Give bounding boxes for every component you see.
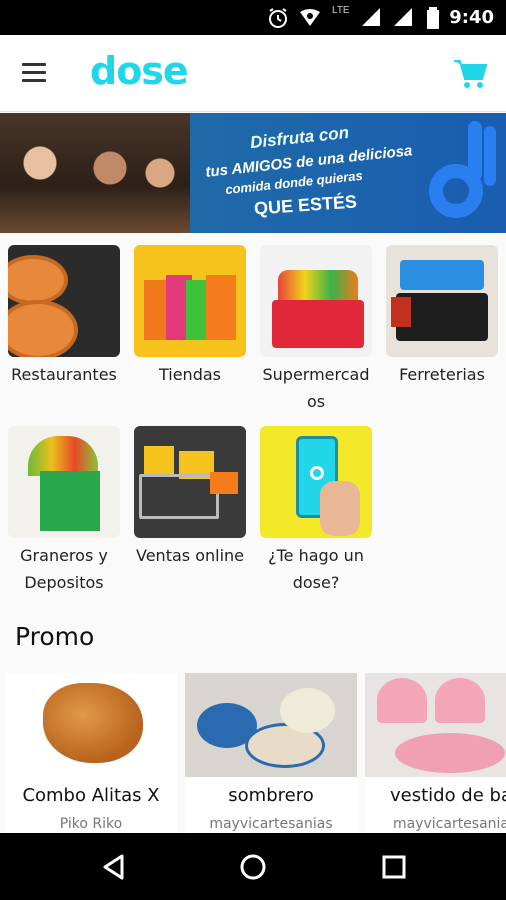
app-bar: dose — [0, 35, 506, 112]
category-label: Supermercad os — [262, 365, 370, 411]
category-te-hago-un-dose[interactable]: ¿Te hago un dose? — [257, 426, 375, 596]
category-ventas-online[interactable]: Ventas online — [131, 426, 249, 569]
promo-card[interactable]: Combo Alitas X Piko Riko — [5, 673, 177, 833]
promo-banner[interactable]: Disfruta con tus AMIGOS de una deliciosa… — [0, 113, 506, 233]
promo-carousel[interactable]: Combo Alitas X Piko Riko sombrero mayvic… — [0, 673, 506, 833]
category-ferreterias[interactable]: Ferreterias — [383, 245, 501, 388]
clock: 9:40 — [449, 7, 494, 28]
category-label: ¿Te hago un dose? — [268, 546, 364, 592]
laptop-cart-image — [134, 426, 246, 538]
ok-hand-icon — [429, 121, 496, 218]
banner-photo — [0, 113, 190, 233]
category-tiendas[interactable]: Tiendas — [131, 245, 249, 388]
back-icon[interactable] — [100, 853, 128, 881]
category-label: Restaurantes — [11, 365, 117, 384]
promo-store: mayvicartesania — [392, 816, 506, 832]
app-logo: dose — [90, 49, 189, 93]
banner-text-1: Disfruta con — [249, 122, 350, 153]
promo-name: sombrero — [228, 785, 314, 806]
category-label: Graneros y Depositos — [20, 546, 108, 592]
pizza-image — [8, 245, 120, 357]
home-icon[interactable] — [239, 853, 267, 881]
toolbox-image — [386, 245, 498, 357]
promo-card[interactable]: vestido de ba mayvicartesania — [365, 673, 506, 833]
recents-icon[interactable] — [380, 853, 408, 881]
promo-name: Combo Alitas X — [22, 785, 160, 806]
category-label: Ventas online — [136, 546, 244, 565]
promo-name: vestido de ba — [389, 785, 506, 806]
category-label: Ferreterias — [399, 365, 485, 384]
grocery-basket-image — [260, 245, 372, 357]
category-supermercados[interactable]: Supermercad os — [257, 245, 375, 415]
data-saver-icon — [300, 9, 320, 26]
grocery-bag-image — [8, 426, 120, 538]
signal-icon — [362, 8, 380, 26]
category-graneros[interactable]: Graneros y Depositos — [5, 426, 123, 596]
category-restaurantes[interactable]: Restaurantes — [5, 245, 123, 388]
alarm-icon — [269, 8, 287, 28]
shopping-bags-image — [134, 245, 246, 357]
promo-store: mayvicartesanias — [209, 816, 333, 832]
battery-icon — [427, 7, 439, 29]
menu-icon[interactable] — [22, 63, 46, 83]
signal-2-icon — [394, 8, 412, 26]
status-bar: LTE 9:40 — [0, 0, 506, 35]
promo-store: Piko Riko — [59, 816, 123, 832]
network-type: LTE — [332, 5, 350, 16]
phone-image — [260, 426, 372, 538]
system-nav-bar — [0, 833, 506, 900]
banner-text-4: QUE ESTÉS — [253, 191, 358, 219]
cart-icon[interactable] — [452, 55, 488, 91]
promo-image — [5, 673, 177, 777]
promo-card[interactable]: sombrero mayvicartesanias — [185, 673, 357, 833]
promo-title: Promo — [15, 622, 95, 651]
promo-image — [185, 673, 357, 777]
promo-image — [365, 673, 506, 777]
category-label: Tiendas — [158, 365, 221, 384]
